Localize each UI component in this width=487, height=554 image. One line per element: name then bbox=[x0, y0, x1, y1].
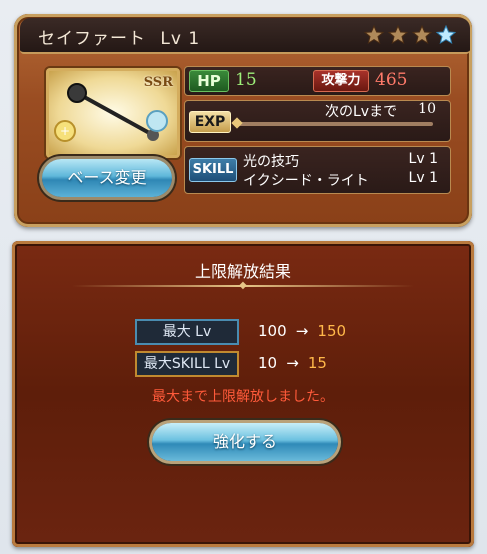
max-level-change: 100 → 150 bbox=[258, 321, 346, 340]
character-name-text: セイファート bbox=[38, 29, 146, 49]
base-change-button[interactable]: ベース変更 bbox=[42, 159, 172, 197]
weapon-image: SSR + bbox=[46, 68, 180, 158]
character-level: Lv 1 bbox=[160, 29, 201, 49]
card-title-bar: セイファート Lv 1 bbox=[20, 18, 470, 54]
enhance-button[interactable]: 強化する bbox=[152, 423, 338, 461]
result-message: 最大まで上限解放しました。 bbox=[152, 389, 334, 405]
max-skill-from: 10 bbox=[258, 354, 278, 372]
exp-label: EXP bbox=[189, 111, 231, 133]
skill-orb-icon bbox=[146, 110, 168, 132]
max-skill-level-change: 10 → 15 bbox=[258, 353, 327, 372]
max-skill-level-label: 最大SKILL Lv bbox=[135, 351, 239, 377]
arrow-icon: → bbox=[295, 322, 309, 340]
skill-name-2: イクシード・ライト bbox=[243, 173, 369, 189]
hp-label: HP bbox=[189, 70, 229, 92]
attack-label: 攻撃力 bbox=[313, 70, 369, 92]
star-blue-icon bbox=[436, 25, 456, 45]
light-element-icon: + bbox=[54, 120, 76, 142]
divider-ornament-icon: ◆ bbox=[239, 280, 247, 291]
max-level-label: 最大 Lv bbox=[135, 319, 239, 345]
arrow-icon: → bbox=[286, 354, 299, 372]
skill-level-2: Lv 1 bbox=[408, 170, 438, 186]
max-level-to: 150 bbox=[317, 322, 347, 340]
skill-name-1: 光の技巧 bbox=[243, 154, 299, 170]
max-skill-to: 15 bbox=[307, 354, 327, 372]
star-icon bbox=[364, 25, 384, 45]
skill-label: SKILL bbox=[189, 158, 237, 182]
result-title: 上限解放結果 bbox=[194, 262, 291, 281]
star-icon bbox=[388, 25, 408, 45]
attack-value: 465 bbox=[375, 70, 408, 90]
skill-level-1: Lv 1 bbox=[408, 151, 438, 167]
limit-break-result-panel: 上限解放結果 ◆ 最大 Lv 100 → 150 最大SKILL Lv 10 →… bbox=[12, 241, 474, 547]
exp-progress-marker bbox=[231, 117, 243, 129]
stats-panel: HP 15 攻撃力 465 bbox=[184, 66, 451, 96]
next-level-value: 10 bbox=[418, 101, 436, 117]
hp-value: 15 bbox=[235, 70, 257, 90]
max-level-from: 100 bbox=[258, 322, 287, 340]
exp-panel: EXP 次のLvまで 10 bbox=[184, 100, 451, 142]
next-level-label: 次のLvまで bbox=[325, 104, 398, 120]
rarity-stars bbox=[364, 25, 456, 45]
character-name: セイファート Lv 1 bbox=[38, 24, 200, 49]
star-icon bbox=[412, 25, 432, 45]
skill-panel: SKILL 光の技巧 Lv 1 イクシード・ライト Lv 1 bbox=[184, 146, 451, 194]
svg-text:+: + bbox=[60, 124, 70, 138]
exp-progress-bar bbox=[237, 122, 433, 126]
rarity-badge: SSR bbox=[143, 75, 173, 90]
